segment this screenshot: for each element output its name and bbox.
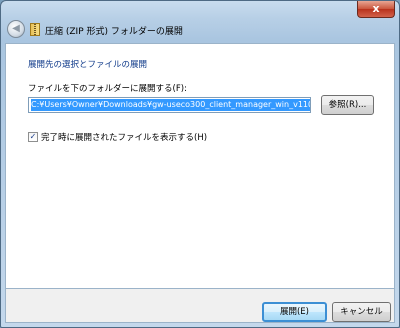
cancel-button[interactable]: キャンセル	[332, 302, 391, 322]
title-bar: ◀ 圧縮 (ZIP 形式) フォルダーの展開	[5, 17, 395, 43]
checkmark-icon: ✓	[29, 132, 37, 141]
show-files-checkbox-label: 完了時に展開されたファイルを表示する(H)	[41, 133, 208, 143]
destination-folder-label: ファイルを下のフォルダーに展開する(F):	[28, 84, 187, 94]
back-button[interactable]: ◀	[7, 20, 25, 38]
dialog-title: 圧縮 (ZIP 形式) フォルダーの展開	[45, 27, 183, 37]
zip-folder-icon	[30, 23, 40, 36]
show-files-checkbox[interactable]: ✓	[28, 132, 38, 142]
extract-dialog-window: x ◀ 圧縮 (ZIP 形式) フォルダーの展開 展開先の選択とファイルの展開 …	[0, 0, 400, 328]
extract-button[interactable]: 展開(E)	[262, 302, 327, 322]
destination-path-input[interactable]: C:¥Users¥Owner¥Downloads¥gw-useco300_cli…	[28, 97, 311, 113]
dialog-content: 展開先の選択とファイルの展開 ファイルを下のフォルダーに展開する(F): C:¥…	[5, 43, 395, 289]
close-window-button[interactable]: x	[357, 1, 395, 18]
dialog-footer: 展開(E) キャンセル	[5, 289, 395, 323]
destination-path-value: C:¥Users¥Owner¥Downloads¥gw-useco300_cli…	[31, 99, 310, 111]
back-arrow-icon: ◀	[12, 23, 20, 34]
section-heading: 展開先の選択とファイルの展開	[28, 60, 148, 70]
browse-button[interactable]: 参照(R)...	[321, 95, 374, 115]
show-files-option[interactable]: ✓ 完了時に展開されたファイルを表示する(H)	[28, 131, 207, 143]
